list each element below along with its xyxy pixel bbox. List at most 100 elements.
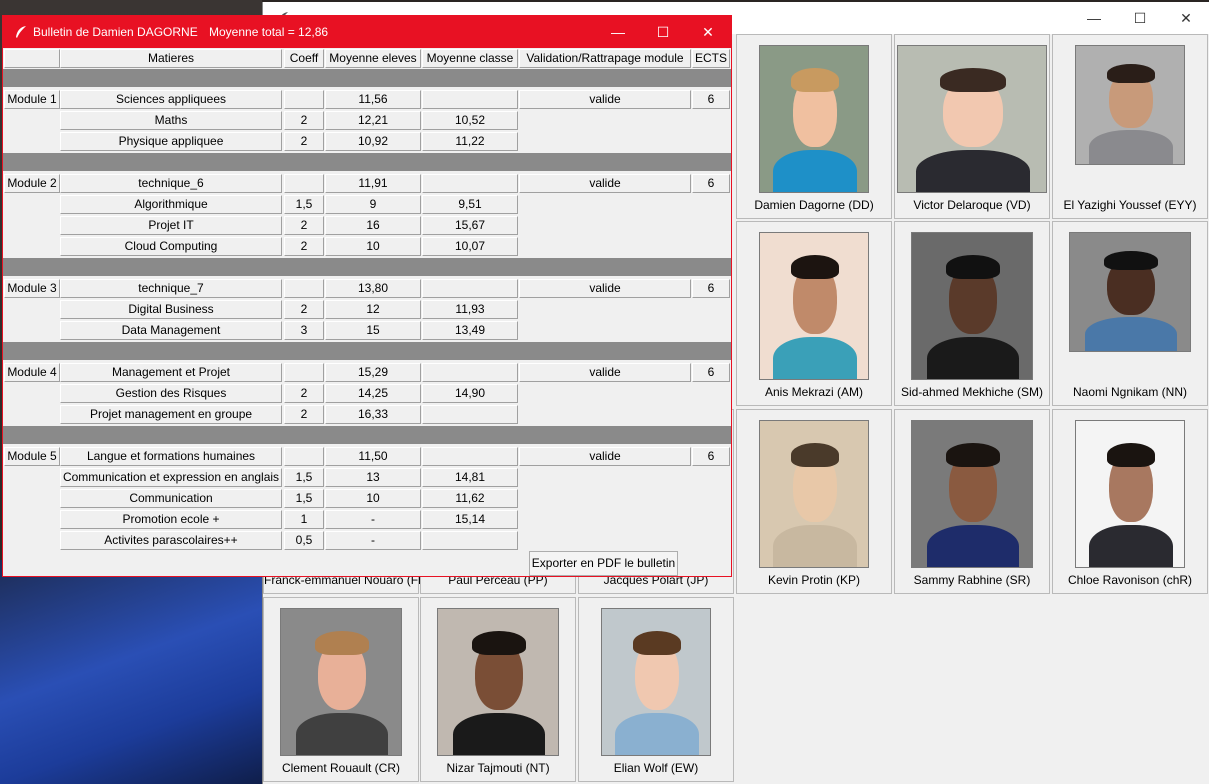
- subject-student-grade: 10: [325, 237, 421, 256]
- subject-class-grade: 10,52: [422, 111, 518, 130]
- module-label: Module 5: [4, 447, 60, 466]
- student-card[interactable]: Victor Delaroque (VD): [894, 34, 1050, 219]
- module-ects: 6: [692, 174, 730, 193]
- export-pdf-button[interactable]: Exporter en PDF le bulletin: [529, 551, 678, 576]
- subject-name: Communication et expression en anglais: [60, 468, 282, 487]
- subject-student-grade: 10,92: [325, 132, 421, 151]
- subject-class-grade: 15,14: [422, 510, 518, 529]
- module-separator: [3, 69, 731, 87]
- student-name: Clement Rouault (CR): [281, 761, 401, 775]
- student-card[interactable]: Naomi Ngnikam (NN): [1052, 221, 1208, 406]
- subject-class-grade: 14,90: [422, 384, 518, 403]
- student-name: Naomi Ngnikam (NN): [1072, 385, 1188, 399]
- maximize-button[interactable]: ☐: [1117, 2, 1163, 34]
- subject-student-grade: 16: [325, 216, 421, 235]
- module-class-average: [422, 279, 518, 298]
- student-name: Damien Dagorne (DD): [754, 198, 874, 212]
- subject-coeff: 2: [284, 405, 324, 424]
- subject-coeff: 2: [284, 384, 324, 403]
- subject-class-grade: 14,81: [422, 468, 518, 487]
- module-average: 13,80: [325, 279, 421, 298]
- subject-coeff: 1: [284, 510, 324, 529]
- student-photo: [280, 608, 402, 756]
- subject-student-grade: 14,25: [325, 384, 421, 403]
- student-name: Sammy Rabhine (SR): [913, 573, 1031, 587]
- student-card[interactable]: Clement Rouault (CR): [263, 597, 419, 782]
- module-validation: valide: [519, 363, 691, 382]
- student-photo: [437, 608, 559, 756]
- student-name: Anis Mekrazi (AM): [764, 385, 863, 399]
- header-moy_eleves: Moyenne eleves: [325, 49, 421, 68]
- module-coeff: [284, 174, 324, 193]
- student-name: Kevin Protin (KP): [767, 573, 861, 587]
- module-label: Module 4: [4, 363, 60, 382]
- subject-class-grade: 10,07: [422, 237, 518, 256]
- module-ects: 6: [692, 90, 730, 109]
- module-separator: [3, 258, 731, 276]
- student-card[interactable]: Nizar Tajmouti (NT): [420, 597, 576, 782]
- subject-coeff: 3: [284, 321, 324, 340]
- student-photo: [1075, 45, 1185, 165]
- subject-name: Maths: [60, 111, 282, 130]
- student-photo: [759, 232, 869, 380]
- student-card[interactable]: Kevin Protin (KP): [736, 409, 892, 594]
- module-ects: 6: [692, 447, 730, 466]
- student-photo: [601, 608, 711, 756]
- header-moy_classe: Moyenne classe: [422, 49, 518, 68]
- close-button[interactable]: ✕: [685, 16, 731, 48]
- student-card[interactable]: Elian Wolf (EW): [578, 597, 734, 782]
- subject-coeff: 1,5: [284, 195, 324, 214]
- subject-coeff: 2: [284, 300, 324, 319]
- module-name: Management et Projet: [60, 363, 282, 382]
- student-name: El Yazighi Youssef (EYY): [1063, 198, 1197, 212]
- bulletin-title: Bulletin de Damien DAGORNE: [33, 25, 198, 39]
- student-card[interactable]: Damien Dagorne (DD): [736, 34, 892, 219]
- subject-name: Algorithmique: [60, 195, 282, 214]
- subject-class-grade: 9,51: [422, 195, 518, 214]
- subject-class-grade: [422, 405, 518, 424]
- module-coeff: [284, 279, 324, 298]
- subject-class-grade: 11,22: [422, 132, 518, 151]
- desktop-wallpaper: [0, 560, 262, 784]
- header-matieres: Matieres: [60, 49, 282, 68]
- module-name: technique_6: [60, 174, 282, 193]
- subject-coeff: 1,5: [284, 468, 324, 487]
- student-card[interactable]: Sammy Rabhine (SR): [894, 409, 1050, 594]
- student-photo: [911, 232, 1033, 380]
- student-photo: [1075, 420, 1185, 568]
- student-card[interactable]: El Yazighi Youssef (EYY): [1052, 34, 1208, 219]
- module-name: Langue et formations humaines: [60, 447, 282, 466]
- student-card[interactable]: Anis Mekrazi (AM): [736, 221, 892, 406]
- minimize-button[interactable]: —: [1071, 2, 1117, 34]
- module-class-average: [422, 90, 518, 109]
- minimize-button[interactable]: —: [595, 16, 641, 48]
- subject-name: Promotion ecole +: [60, 510, 282, 529]
- student-name: Chloe Ravonison (chR): [1067, 573, 1193, 587]
- module-name: technique_7: [60, 279, 282, 298]
- maximize-button[interactable]: ☐: [640, 16, 686, 48]
- student-photo: [1069, 232, 1191, 352]
- subject-class-grade: [422, 531, 518, 550]
- subject-coeff: 2: [284, 111, 324, 130]
- student-name: Sid-ahmed Mekhiche (SM): [900, 385, 1044, 399]
- student-card[interactable]: Sid-ahmed Mekhiche (SM): [894, 221, 1050, 406]
- subject-class-grade: 11,62: [422, 489, 518, 508]
- student-photo: [911, 420, 1033, 568]
- module-coeff: [284, 90, 324, 109]
- close-button[interactable]: ✕: [1163, 2, 1209, 34]
- module-separator: [3, 426, 731, 444]
- bulletin-title-bar[interactable]: Bulletin de Damien DAGORNE Moyenne total…: [3, 16, 731, 48]
- subject-student-grade: 16,33: [325, 405, 421, 424]
- module-class-average: [422, 174, 518, 193]
- module-average: 15,29: [325, 363, 421, 382]
- student-name: Elian Wolf (EW): [613, 761, 699, 775]
- module-ects: 6: [692, 363, 730, 382]
- subject-class-grade: 13,49: [422, 321, 518, 340]
- student-card[interactable]: Chloe Ravonison (chR): [1052, 409, 1208, 594]
- header-corner: [4, 49, 60, 68]
- subject-name: Projet IT: [60, 216, 282, 235]
- module-coeff: [284, 363, 324, 382]
- subject-student-grade: 15: [325, 321, 421, 340]
- module-separator: [3, 153, 731, 171]
- module-label: Module 3: [4, 279, 60, 298]
